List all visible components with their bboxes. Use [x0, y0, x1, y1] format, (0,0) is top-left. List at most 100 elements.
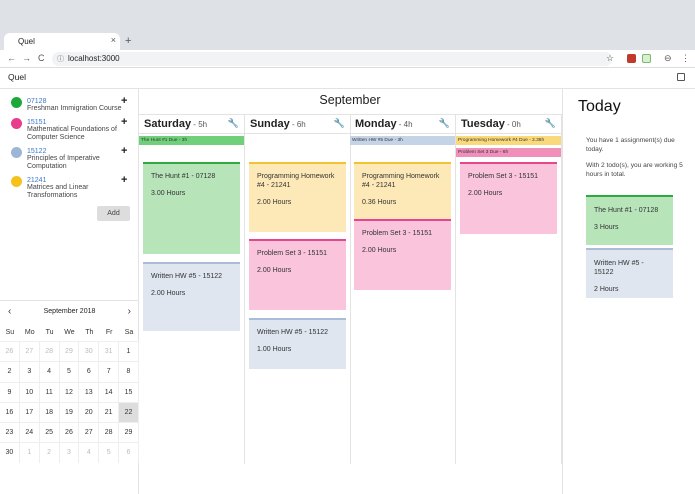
- day-header: Tuesday - 0h 🔧: [456, 114, 562, 134]
- calendar-day[interactable]: 16: [0, 401, 20, 423]
- day-column: Saturday - 5h 🔧 The Hunt #1 Due - 3h The Hu…: [139, 114, 245, 464]
- calendar-icon[interactable]: [677, 73, 685, 81]
- todo-hours: 2.00 Hours: [257, 267, 292, 274]
- today-todos-text: With 2 todo(s), you are working 5 hours …: [586, 162, 683, 178]
- todo-card[interactable]: Problem Set 3 - 15151 2.00 Hours: [460, 162, 557, 234]
- prev-month-icon[interactable]: ‹: [8, 304, 11, 320]
- close-tab-icon[interactable]: ×: [111, 35, 116, 45]
- todo-hours: 2.00 Hours: [362, 247, 397, 254]
- course-color-dot: [11, 147, 22, 158]
- calendar-day[interactable]: 4: [79, 442, 100, 463]
- calendar-day[interactable]: 5: [59, 361, 80, 382]
- course-code[interactable]: 15122: [27, 148, 46, 155]
- wrench-icon[interactable]: 🔧: [545, 118, 556, 129]
- course-code[interactable]: 15151: [27, 119, 46, 126]
- due-date-bar[interactable]: Written HW #5 Due - 3h: [350, 136, 455, 145]
- calendar-day[interactable]: 1: [19, 442, 40, 463]
- todo-title: Written HW #5 - 15122: [257, 329, 329, 336]
- calendar-day[interactable]: 21: [99, 401, 120, 423]
- calendar-day[interactable]: 1: [119, 341, 139, 362]
- calendar-day[interactable]: 6: [119, 442, 139, 463]
- due-date-bar[interactable]: The Hunt #1 Due - 3h: [139, 136, 244, 145]
- course-code[interactable]: 07128: [27, 98, 46, 105]
- calendar-day[interactable]: 29: [119, 422, 139, 443]
- todo-card[interactable]: Problem Set 3 - 15151 2.00 Hours: [354, 219, 451, 290]
- calendar-day[interactable]: 15: [119, 381, 139, 402]
- calendar-day[interactable]: 14: [99, 381, 120, 402]
- calendar-day-selected[interactable]: 22: [119, 401, 139, 423]
- todo-card[interactable]: Programming Homework #4 - 21241 0.36 Hour…: [354, 162, 451, 222]
- extension-icon[interactable]: [627, 54, 636, 63]
- calendar-day[interactable]: 24: [19, 422, 40, 443]
- today-todo-card[interactable]: The Hunt #1 - 07128 3 Hours: [586, 195, 673, 245]
- calendar-day[interactable]: 2: [39, 442, 60, 463]
- add-assignment-icon[interactable]: +: [121, 174, 127, 186]
- calendar-day[interactable]: 30: [79, 341, 100, 362]
- calendar-day[interactable]: 29: [59, 341, 80, 362]
- todo-card[interactable]: Written HW #5 - 15122 2.00 Hours: [143, 262, 240, 331]
- back-icon[interactable]: ←: [7, 53, 16, 63]
- due-date-bar[interactable]: Problem Set 3 Due - 6h: [456, 148, 561, 157]
- reload-icon[interactable]: C: [38, 53, 45, 63]
- browser-tab[interactable]: Quel ×: [4, 33, 120, 50]
- add-assignment-icon[interactable]: +: [121, 95, 127, 107]
- calendar-day[interactable]: 2: [0, 361, 20, 382]
- calendar-day[interactable]: 27: [19, 341, 40, 362]
- calendar-day[interactable]: 11: [39, 381, 60, 402]
- calendar-day[interactable]: 25: [39, 422, 60, 443]
- address-bar[interactable]: ⓘ localhost:3000: [52, 52, 612, 66]
- todo-hours: 1.00 Hours: [257, 346, 292, 353]
- course-item[interactable]: 15122 Principles of Imperative Computati…: [0, 142, 139, 172]
- browser-tabstrip: Quel × +: [0, 0, 695, 50]
- day-header: Sunday - 6h 🔧: [245, 114, 351, 134]
- calendar-day[interactable]: 30: [0, 442, 20, 463]
- calendar-day[interactable]: 28: [39, 341, 60, 362]
- todo-card[interactable]: The Hunt #1 - 07128 3.00 Hours: [143, 162, 240, 254]
- calendar-day[interactable]: 8: [119, 361, 139, 382]
- calendar-day[interactable]: 5: [99, 442, 120, 463]
- add-assignment-icon[interactable]: +: [121, 116, 127, 128]
- browser-menu-icon[interactable]: ⋮: [681, 53, 690, 64]
- extension-icon[interactable]: [642, 54, 651, 63]
- calendar-day[interactable]: 7: [99, 361, 120, 382]
- calendar-day[interactable]: 10: [19, 381, 40, 402]
- wrench-icon[interactable]: 🔧: [439, 118, 450, 129]
- add-assignment-icon[interactable]: +: [121, 145, 127, 157]
- today-todo-card[interactable]: Written HW #5 - 15122 2 Hours: [586, 248, 673, 298]
- calendar-day[interactable]: 26: [59, 422, 80, 443]
- add-course-button[interactable]: Add: [97, 206, 130, 221]
- course-code[interactable]: 21241: [27, 177, 46, 184]
- calendar-day[interactable]: 27: [79, 422, 100, 443]
- calendar-day[interactable]: 18: [39, 401, 60, 423]
- calendar-day[interactable]: 3: [59, 442, 80, 463]
- calendar-day[interactable]: 20: [79, 401, 100, 423]
- calendar-day[interactable]: 13: [79, 381, 100, 402]
- day-name: Tuesday - 0h: [461, 118, 521, 130]
- calendar-day[interactable]: 26: [0, 341, 20, 362]
- todo-card[interactable]: Problem Set 3 - 15151 2.00 Hours: [249, 239, 346, 310]
- wrench-icon[interactable]: 🔧: [334, 118, 345, 129]
- calendar-day[interactable]: 12: [59, 381, 80, 402]
- calendar-day[interactable]: 6: [79, 361, 100, 382]
- profile-icon[interactable]: ⊖: [664, 53, 672, 64]
- course-item[interactable]: 21241 Matrices and Linear Transformation…: [0, 171, 139, 201]
- calendar-day[interactable]: 19: [59, 401, 80, 423]
- info-icon[interactable]: ⓘ: [57, 54, 64, 64]
- calendar-day[interactable]: 4: [39, 361, 60, 382]
- bookmark-star-icon[interactable]: ☆: [606, 53, 614, 64]
- calendar-day[interactable]: 31: [99, 341, 120, 362]
- new-tab-icon[interactable]: +: [125, 35, 131, 47]
- next-month-icon[interactable]: ›: [128, 304, 131, 320]
- course-item[interactable]: 15151 Mathematical Foundations of Comput…: [0, 113, 139, 143]
- calendar-day[interactable]: 9: [0, 381, 20, 402]
- today-assignments-text: You have 1 assignment(s) due today.: [586, 137, 675, 153]
- forward-icon[interactable]: →: [22, 53, 31, 63]
- todo-card[interactable]: Programming Homework #4 - 21241 2.00 Hour…: [249, 162, 346, 232]
- calendar-day[interactable]: 28: [99, 422, 120, 443]
- calendar-day[interactable]: 23: [0, 422, 20, 443]
- calendar-day[interactable]: 3: [19, 361, 40, 382]
- due-date-bar[interactable]: Programming Homework #4 Due - 2.36h: [456, 136, 561, 145]
- todo-card[interactable]: Written HW #5 - 15122 1.00 Hours: [249, 318, 346, 369]
- wrench-icon[interactable]: 🔧: [228, 118, 239, 129]
- calendar-day[interactable]: 17: [19, 401, 40, 423]
